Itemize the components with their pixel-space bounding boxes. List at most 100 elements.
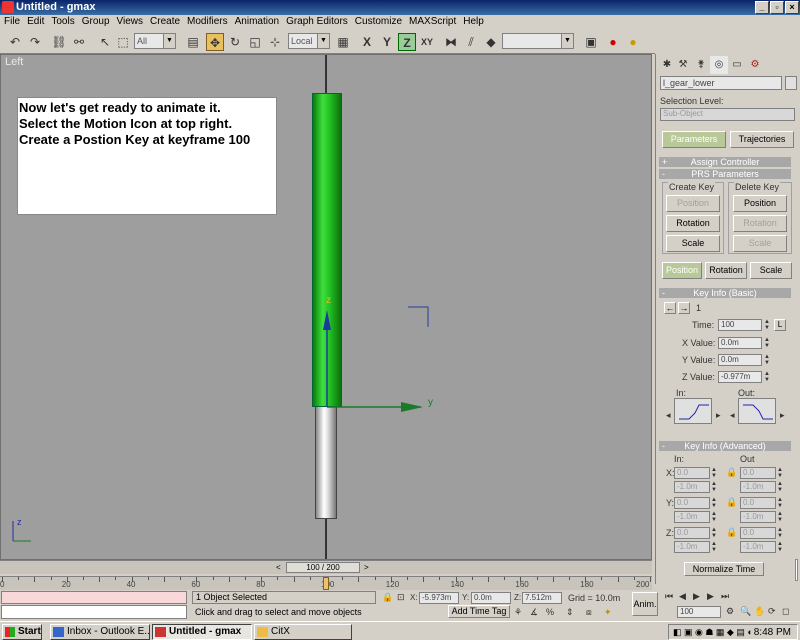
- animate-button[interactable]: Anim.: [632, 592, 658, 616]
- go-to-end-icon[interactable]: ⏭: [721, 591, 729, 602]
- orbit-icon[interactable]: ⟳: [768, 606, 776, 617]
- maximize-viewport-icon[interactable]: ◻: [782, 606, 789, 617]
- viewport-label[interactable]: Left: [5, 56, 23, 68]
- degradation-icon[interactable]: ✦: [604, 607, 612, 618]
- y-value-field[interactable]: 0.0m: [718, 354, 762, 366]
- axis-y-icon[interactable]: Y: [378, 33, 396, 51]
- redo-icon[interactable]: ↷: [26, 33, 44, 51]
- assign-controller-rollout[interactable]: + Assign Controller: [659, 157, 791, 167]
- hierarchy-tab-icon[interactable]: ⚵: [692, 56, 710, 74]
- adv-y-out2-field[interactable]: -1.0m: [740, 511, 776, 523]
- align-icon[interactable]: ⫽: [462, 33, 480, 51]
- named-selection-icon[interactable]: ◆: [482, 33, 500, 51]
- slider-prev-icon[interactable]: <: [276, 561, 284, 574]
- scale-mode-button[interactable]: Scale: [750, 262, 792, 279]
- delete-position-key-button[interactable]: Position: [733, 195, 787, 212]
- object-name-field[interactable]: l_gear_lower: [660, 76, 782, 90]
- adv-y-out2-spinner[interactable]: ▲ ▼: [777, 511, 783, 523]
- maxscript-listener-mini[interactable]: [1, 591, 187, 604]
- time-field[interactable]: 100: [718, 319, 762, 331]
- restore-button[interactable]: ▫: [770, 1, 784, 14]
- time-config-icon[interactable]: ⚙: [726, 606, 734, 617]
- viewport-left[interactable]: Left Now let's get ready to animate it. …: [0, 54, 652, 560]
- adv-y-in-field[interactable]: 0.0: [674, 497, 710, 509]
- spinner-snap-icon[interactable]: ⇕: [566, 607, 574, 618]
- in-tangent-button[interactable]: [674, 398, 712, 424]
- tray-icons[interactable]: ◧ ▣ ◉ ☗ ▦ ◆ ▤ ◐: [673, 627, 753, 638]
- lock-icon[interactable]: 🔒: [726, 497, 737, 508]
- zoom-icon[interactable]: 🔍: [740, 606, 751, 617]
- select-icon[interactable]: ↖: [96, 33, 114, 51]
- angle-snap-icon[interactable]: ∡: [530, 607, 538, 618]
- link-icon[interactable]: ⛓: [50, 33, 68, 51]
- menu-views[interactable]: Views: [113, 15, 147, 27]
- task-gmax[interactable]: Untitled - gmax: [152, 624, 252, 640]
- adv-y-out-field[interactable]: 0.0: [740, 497, 776, 509]
- time-spinner[interactable]: ▲ ▼: [764, 319, 770, 331]
- next-frame-icon[interactable]: ▶: [707, 591, 714, 602]
- current-frame-marker[interactable]: [323, 577, 329, 590]
- adv-z-in-field[interactable]: 0.0: [674, 527, 710, 539]
- z-value-field[interactable]: -0.977m: [718, 371, 762, 383]
- z-coord-field[interactable]: 7.512m: [522, 592, 562, 604]
- start-button[interactable]: Start: [2, 624, 42, 640]
- percent-snap-icon[interactable]: %: [546, 607, 554, 617]
- object-color-swatch[interactable]: [785, 76, 797, 90]
- task-citx[interactable]: CitX: [254, 624, 352, 640]
- adv-y-in2-field[interactable]: -1.0m: [674, 511, 710, 523]
- adv-x-in-spinner[interactable]: ▲ ▼: [711, 467, 717, 479]
- motion-tab-icon[interactable]: ◎: [710, 56, 728, 74]
- select-by-name-icon[interactable]: ▤: [184, 33, 202, 51]
- menu-help[interactable]: Help: [459, 15, 487, 27]
- create-scale-key-button[interactable]: Scale: [666, 235, 720, 252]
- lower-shaft[interactable]: [315, 405, 337, 519]
- utilities-tab-icon[interactable]: ⚙: [746, 56, 764, 74]
- adv-x-out-field[interactable]: 0.0: [740, 467, 776, 479]
- normalize-time-button[interactable]: Normalize Time: [684, 562, 764, 576]
- x-value-field[interactable]: 0.0m: [718, 337, 762, 349]
- maxscript-input[interactable]: [1, 605, 187, 619]
- trajectories-tab[interactable]: Trajectories: [730, 131, 794, 148]
- slider-next-icon[interactable]: >: [364, 561, 372, 574]
- adv-z-in2-spinner[interactable]: ▲ ▼: [711, 541, 717, 553]
- display-tab-icon[interactable]: ▭: [728, 56, 746, 74]
- adv-x-in-field[interactable]: 0.0: [674, 467, 710, 479]
- adv-y-in2-spinner[interactable]: ▲ ▼: [711, 511, 717, 523]
- axis-z-button[interactable]: Z: [398, 33, 416, 51]
- adv-x-out2-spinner[interactable]: ▲ ▼: [777, 481, 783, 493]
- parameters-tab[interactable]: Parameters: [662, 131, 726, 148]
- quick-render-icon[interactable]: ●: [624, 33, 642, 51]
- time-slider-track[interactable]: < 100 / 200 >: [0, 560, 652, 574]
- x-coord-field[interactable]: -5.973m: [419, 592, 459, 604]
- pivot-icon[interactable]: ⊹: [266, 33, 284, 51]
- delete-rotation-key-button[interactable]: Rotation: [733, 215, 787, 232]
- panel-scrollbar[interactable]: [795, 559, 798, 581]
- adv-z-out2-field[interactable]: -1.0m: [740, 541, 776, 553]
- adv-z-out-field[interactable]: 0.0: [740, 527, 776, 539]
- time-lock-button[interactable]: L: [774, 319, 786, 331]
- create-rotation-key-button[interactable]: Rotation: [666, 215, 720, 232]
- unlink-icon[interactable]: ⚯: [70, 33, 88, 51]
- add-time-tag-button[interactable]: Add Time Tag: [448, 605, 510, 618]
- delete-scale-key-button[interactable]: Scale: [733, 235, 787, 252]
- prev-key-icon[interactable]: ←: [664, 302, 676, 314]
- next-key-icon[interactable]: →: [678, 302, 690, 314]
- prev-frame-icon[interactable]: ◀: [679, 591, 686, 602]
- menu-graph-editors[interactable]: Graph Editors: [282, 15, 351, 27]
- select-region-icon[interactable]: ⬚: [114, 33, 132, 51]
- x-value-spinner[interactable]: ▲ ▼: [764, 337, 770, 349]
- out-tangent-button[interactable]: [738, 398, 776, 424]
- time-slider-thumb[interactable]: 100 / 200: [286, 562, 360, 573]
- menu-maxscript[interactable]: MAXScript: [405, 15, 459, 27]
- axis-xy-button[interactable]: XY: [418, 33, 436, 51]
- adv-x-out2-field[interactable]: -1.0m: [740, 481, 776, 493]
- z-value-spinner[interactable]: ▲ ▼: [764, 371, 770, 383]
- prs-parameters-rollout[interactable]: - PRS Parameters: [659, 169, 791, 179]
- render-icon[interactable]: ●: [604, 33, 622, 51]
- menu-group[interactable]: Group: [78, 15, 113, 27]
- menu-file[interactable]: File: [0, 15, 23, 27]
- axis-x-icon[interactable]: X: [358, 33, 376, 51]
- pivot-center-icon[interactable]: ▦: [334, 33, 352, 51]
- menu-modifiers[interactable]: Modifiers: [183, 15, 231, 27]
- out-next-arrow-icon[interactable]: ▸: [780, 410, 785, 421]
